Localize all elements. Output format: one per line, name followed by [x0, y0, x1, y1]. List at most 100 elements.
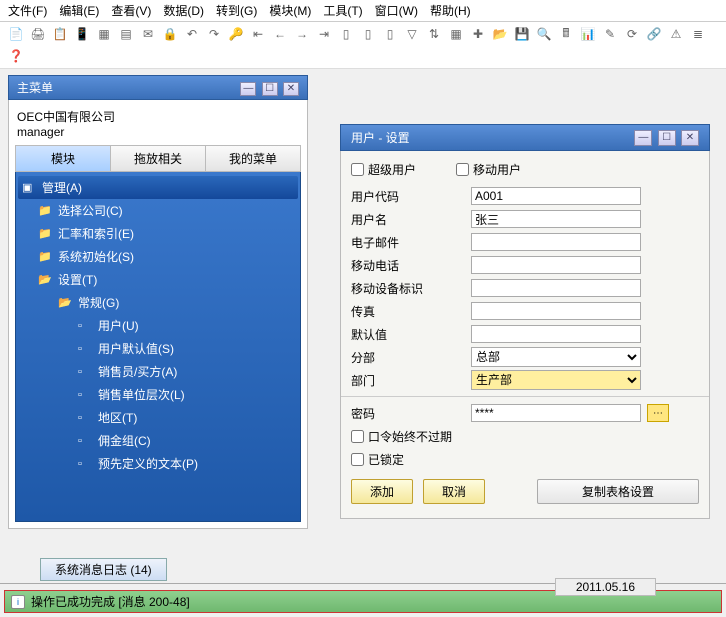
- tree-node[interactable]: ▫用户默认值(S): [18, 337, 298, 360]
- defaults-input[interactable]: [471, 325, 641, 343]
- item-icon: ▫: [78, 343, 92, 355]
- menu-goto[interactable]: 转到(G): [216, 2, 257, 19]
- open-icon[interactable]: 📂: [492, 26, 508, 42]
- superuser-checkbox[interactable]: 超级用户: [351, 161, 416, 178]
- page2-icon[interactable]: ▯: [360, 26, 376, 42]
- fax-input[interactable]: [471, 302, 641, 320]
- email-input[interactable]: [471, 233, 641, 251]
- mobileuser-checkbox[interactable]: 移动用户: [456, 161, 521, 178]
- tree-node[interactable]: 📁选择公司(C): [18, 199, 298, 222]
- usercode-input[interactable]: [471, 187, 641, 205]
- password-button[interactable]: ⋯: [647, 404, 669, 422]
- sort-icon[interactable]: ⇅: [426, 26, 442, 42]
- user-settings-window: 用户 - 设置 — ☐ ✕ 超级用户 移动用户 用户代码 用户名 电子邮件 移动…: [340, 124, 710, 519]
- usercode-label: 用户代码: [351, 188, 471, 205]
- cancel-button[interactable]: 取消: [423, 479, 485, 504]
- tree-node[interactable]: 📁系统初始化(S): [18, 245, 298, 268]
- excel-icon[interactable]: ▦: [96, 26, 112, 42]
- nav-next-icon[interactable]: →: [294, 26, 310, 42]
- add-button[interactable]: 添加: [351, 479, 413, 504]
- stack-icon[interactable]: ≣: [690, 26, 706, 42]
- grid-icon[interactable]: ▦: [448, 26, 464, 42]
- branch-select[interactable]: 总部: [471, 347, 641, 367]
- phone-icon[interactable]: 📱: [74, 26, 90, 42]
- tree-node[interactable]: ▫预先定义的文本(P): [18, 452, 298, 475]
- redo-icon[interactable]: ↷: [206, 26, 222, 42]
- close-icon[interactable]: ✕: [681, 130, 699, 146]
- nav-first-icon[interactable]: ⇤: [250, 26, 266, 42]
- help-icon[interactable]: ❓: [8, 48, 24, 64]
- folder-open-icon: 📂: [38, 273, 52, 286]
- dept-select[interactable]: 生产部: [471, 370, 641, 390]
- nav-last-icon[interactable]: ⇥: [316, 26, 332, 42]
- tree-node[interactable]: ▫销售员/买方(A): [18, 360, 298, 383]
- pencil-icon[interactable]: ✎: [602, 26, 618, 42]
- minimize-icon[interactable]: —: [240, 82, 256, 96]
- maximize-icon[interactable]: ☐: [658, 130, 676, 146]
- menu-module[interactable]: 模块(M): [269, 2, 311, 19]
- tree-node[interactable]: 📂常规(G): [18, 291, 298, 314]
- menu-tools[interactable]: 工具(T): [323, 2, 362, 19]
- tree-node[interactable]: ▫佣金组(C): [18, 429, 298, 452]
- item-icon: ▫: [78, 412, 92, 424]
- find-icon[interactable]: 🔍: [536, 26, 552, 42]
- log-tab[interactable]: 系统消息日志 (14): [40, 558, 167, 581]
- nav-prev-icon[interactable]: ←: [272, 26, 288, 42]
- calc-icon[interactable]: 🖩: [558, 26, 574, 42]
- module-icon: ▣: [22, 181, 36, 194]
- tree-node[interactable]: ▫地区(T): [18, 406, 298, 429]
- print-icon[interactable]: 🖨: [30, 26, 46, 42]
- item-icon: ▫: [78, 389, 92, 401]
- tree-node[interactable]: 📁汇率和索引(E): [18, 222, 298, 245]
- mobile-input[interactable]: [471, 256, 641, 274]
- key-icon[interactable]: 🔑: [228, 26, 244, 42]
- tab-modules[interactable]: 模块: [15, 145, 111, 172]
- fax-label: 传真: [351, 303, 471, 320]
- neverexpire-checkbox[interactable]: 口令始终不过期: [351, 428, 452, 445]
- warn-icon[interactable]: ⚠: [668, 26, 684, 42]
- page3-icon[interactable]: ▯: [382, 26, 398, 42]
- tab-mymenu[interactable]: 我的菜单: [206, 145, 301, 172]
- undo-icon[interactable]: ↶: [184, 26, 200, 42]
- chart-icon[interactable]: 📊: [580, 26, 596, 42]
- lock-icon[interactable]: 🔒: [162, 26, 178, 42]
- word-icon[interactable]: ▤: [118, 26, 134, 42]
- tree-node-label: 用户(U): [98, 317, 139, 334]
- tree-root[interactable]: ▣ 管理(A): [18, 176, 298, 199]
- link-icon[interactable]: 🔗: [646, 26, 662, 42]
- tab-drag[interactable]: 拖放相关: [111, 145, 206, 172]
- tree-node-label: 销售员/买方(A): [98, 363, 177, 380]
- maximize-icon[interactable]: ☐: [262, 82, 278, 96]
- tree-node[interactable]: ▫销售单位层次(L): [18, 383, 298, 406]
- username-input[interactable]: [471, 210, 641, 228]
- password-label: 密码: [351, 405, 471, 422]
- copy-icon[interactable]: 📋: [52, 26, 68, 42]
- tree-node[interactable]: ▫用户(U): [18, 314, 298, 337]
- locked-checkbox[interactable]: 已锁定: [351, 451, 404, 468]
- tree-node-label: 汇率和索引(E): [58, 225, 134, 242]
- doc-icon[interactable]: 📄: [8, 26, 24, 42]
- password-input[interactable]: [471, 404, 641, 422]
- menu-edit[interactable]: 编辑(E): [59, 2, 99, 19]
- main-menu-title: 主菜单: [17, 79, 53, 96]
- menu-file[interactable]: 文件(F): [8, 2, 47, 19]
- menu-help[interactable]: 帮助(H): [430, 2, 471, 19]
- devid-input[interactable]: [471, 279, 641, 297]
- main-menu-window: 主菜单 — ☐ ✕ OEC中国有限公司 manager 模块 拖放相关 我的菜单…: [8, 75, 308, 529]
- copy-settings-button[interactable]: 复制表格设置: [537, 479, 699, 504]
- item-icon: ▫: [78, 435, 92, 447]
- dept-label: 部门: [351, 372, 471, 389]
- page1-icon[interactable]: ▯: [338, 26, 354, 42]
- filter-icon[interactable]: ▽: [404, 26, 420, 42]
- menu-view[interactable]: 查看(V): [111, 2, 151, 19]
- tree-node[interactable]: 📂设置(T): [18, 268, 298, 291]
- minimize-icon[interactable]: —: [634, 130, 652, 146]
- refresh-icon[interactable]: ⟳: [624, 26, 640, 42]
- menu-window[interactable]: 窗口(W): [375, 2, 418, 19]
- new-icon[interactable]: ✚: [470, 26, 486, 42]
- mobile-label: 移动电话: [351, 257, 471, 274]
- close-icon[interactable]: ✕: [283, 82, 299, 96]
- mail-icon[interactable]: ✉: [140, 26, 156, 42]
- save-icon[interactable]: 💾: [514, 26, 530, 42]
- menu-data[interactable]: 数据(D): [163, 2, 204, 19]
